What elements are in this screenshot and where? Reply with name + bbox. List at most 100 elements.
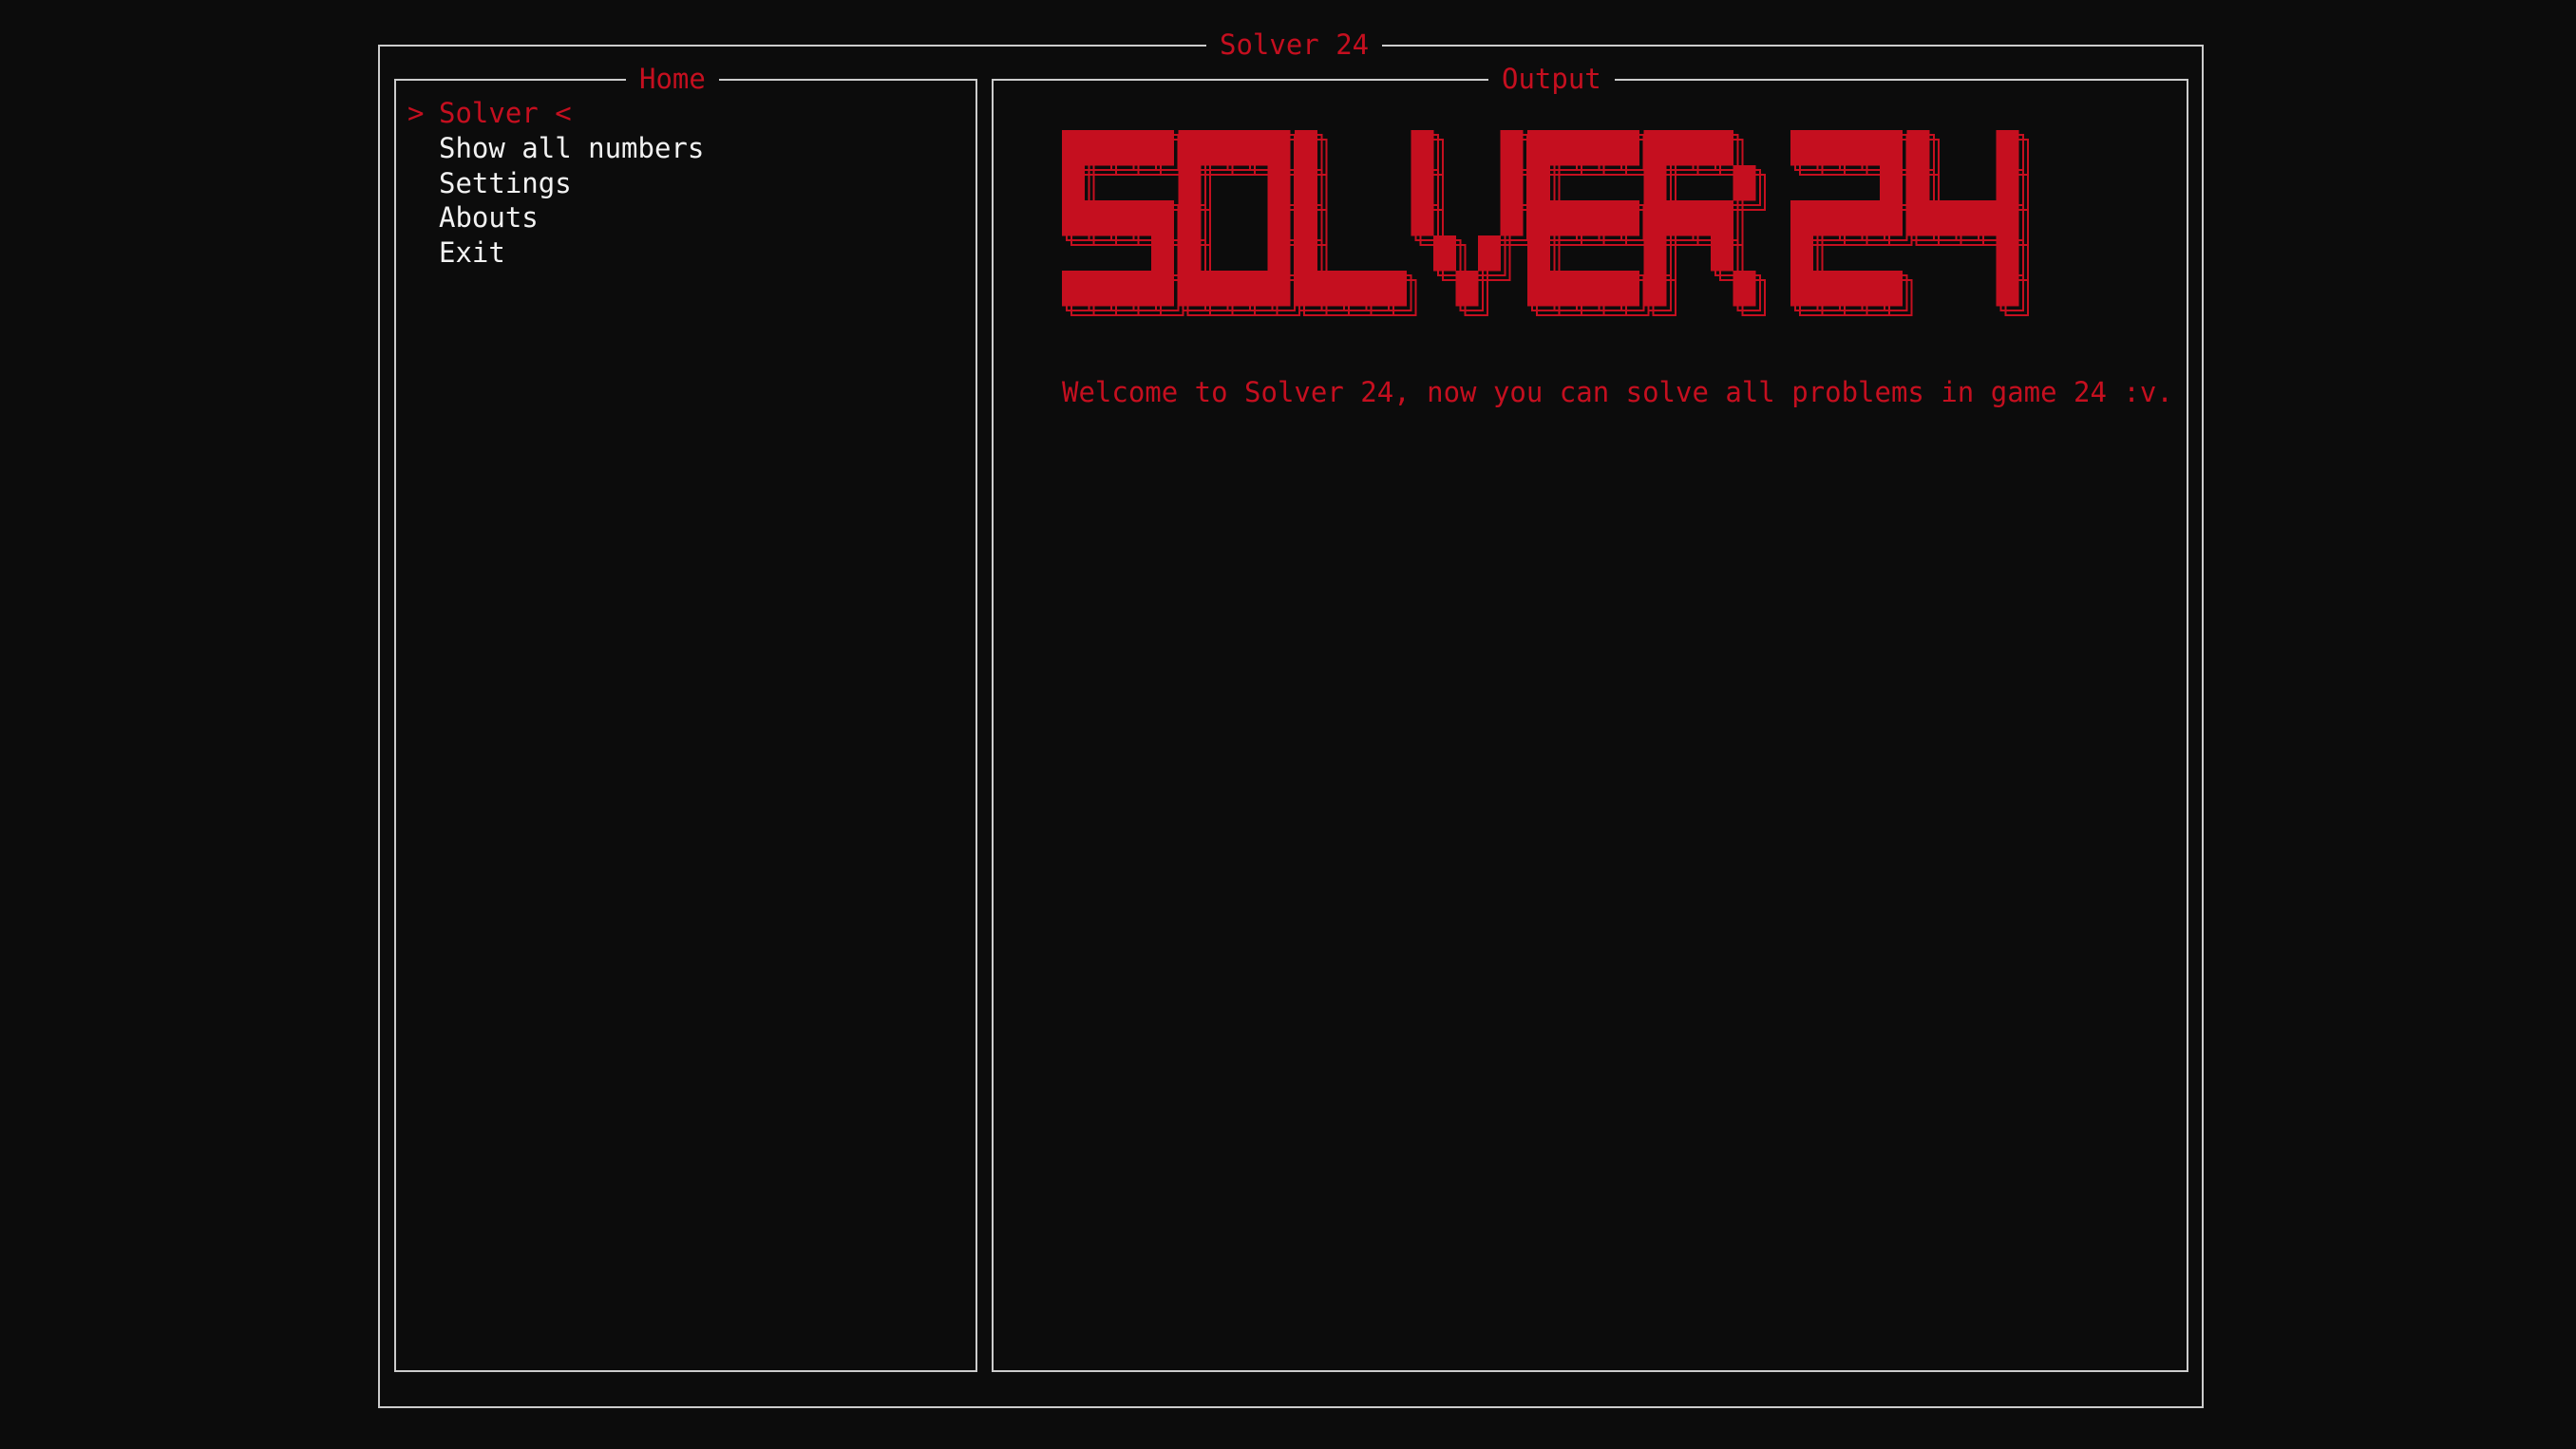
menu-item-abouts[interactable]: Abouts [407,200,704,235]
app-window-frame: Solver 24 Home > Solver < Show all number… [378,28,2204,1408]
home-pane: Home > Solver < Show all numbers Settings… [394,62,977,1372]
banner-pixel [1790,200,1813,236]
menu-item-label: Settings [439,166,572,199]
banner-pixel [1790,235,1813,272]
banner-pixel [1295,165,1317,201]
banner-pixel [1178,271,1202,307]
banner-pixel [1835,271,1858,307]
banner-pixel [1245,271,1268,307]
banner-pixel [1267,165,1291,201]
banner-pixel [1906,165,1930,201]
banner-pixel [1549,271,1573,307]
banner-pixel [1267,271,1291,307]
banner-pixel [1594,200,1618,236]
banner-pixel [1617,271,1639,307]
banner-pixel [1857,130,1881,166]
banner-pixel [1617,130,1639,166]
window-title: Solver 24 [1206,28,1383,62]
banner-pixel [1411,165,1434,201]
banner-pixel [1572,200,1595,236]
banner-pixel [1267,200,1291,236]
banner-pixel [1500,165,1524,201]
banner-pixel [1295,235,1317,272]
banner-pixel [1500,130,1524,166]
banner-pixel [1880,165,1903,201]
banner-pixel [1812,271,1836,307]
menu-item-exit[interactable]: Exit [407,235,704,271]
banner-pixel [1478,235,1501,272]
banner-pixel [1151,200,1174,236]
menu-item-label: Show all numbers [439,131,705,164]
banner-pixel [1549,200,1573,236]
banner-pixel [1107,200,1129,236]
banner-pixel [1711,130,1733,166]
banner-pixel [1549,130,1573,166]
banner-pixel [1880,271,1903,307]
banner-pixel [1361,271,1385,307]
menu-item-show-all-numbers[interactable]: Show all numbers [407,131,704,166]
banner-pixel [1084,271,1108,307]
banner-pixel [1222,271,1246,307]
banner-pixel [1062,200,1085,236]
banner-pixel [1643,200,1667,236]
banner-pixel [1201,271,1223,307]
banner-pixel [1128,130,1152,166]
banner-pixel [1572,271,1595,307]
banner-pixel [1107,271,1129,307]
banner-pixel [1455,271,1479,307]
banner-pixel [1733,165,1756,201]
banner-pixel [1295,271,1317,307]
menu-item-label: Solver [439,97,539,129]
menu-item-settings[interactable]: Settings [407,166,704,201]
banner-pixel [1084,130,1108,166]
banner-pixel [1996,271,2019,307]
banner-pixel [1643,235,1667,272]
banner-pixel [1384,271,1407,307]
banner-pixel [1433,235,1456,272]
menu-item-solver[interactable]: > Solver < [407,96,704,131]
banner-pixel [1688,200,1712,236]
banner-pixel [1295,130,1317,166]
banner-pixel [1062,130,1085,166]
banner-pixel [1316,271,1340,307]
banner-pixel [1222,130,1246,166]
banner-pixel [1267,130,1291,166]
banner-pixel [1411,200,1434,236]
banner-pixel [1267,235,1291,272]
banner-pixel [1666,200,1689,236]
banner-pixel [1790,271,1813,307]
banner-pixel [1201,130,1223,166]
banner-pixel [1790,130,1813,166]
selection-suffix-icon: < [538,97,572,129]
banner-pixel [1594,271,1618,307]
banner-pixel [1178,165,1202,201]
banner-pixel [1128,200,1152,236]
banner-pixel [1107,130,1129,166]
menu-item-label: Exit [439,236,505,269]
banner-pixel [1929,200,1952,236]
banner-pixel [1527,200,1550,236]
banner-pixel [1666,130,1689,166]
banner-pixel [1643,130,1667,166]
banner-pixel [1572,130,1595,166]
banner-pixel [1527,165,1550,201]
solver-24-ascii-banner [1062,130,2029,316]
banner-pixel [1151,271,1174,307]
welcome-message: Welcome to Solver 24, now you can solve … [1062,376,2173,408]
banner-pixel [1996,200,2019,236]
selection-marker-icon: > [407,97,425,129]
banner-pixel [1062,271,1085,307]
banner-pixel [1151,130,1174,166]
banner-pixel [1062,165,1085,201]
banner-pixel [1594,130,1618,166]
home-menu: > Solver < Show all numbers Settings Abou… [407,96,704,271]
banner-pixel [1339,271,1362,307]
banner-pixel [1617,200,1639,236]
banner-pixel [1527,235,1550,272]
banner-pixel [1643,165,1667,201]
banner-pixel [1857,200,1881,236]
banner-pixel [1835,200,1858,236]
banner-pixel [1906,200,1930,236]
banner-pixel [1951,200,1975,236]
banner-pixel [1880,130,1903,166]
